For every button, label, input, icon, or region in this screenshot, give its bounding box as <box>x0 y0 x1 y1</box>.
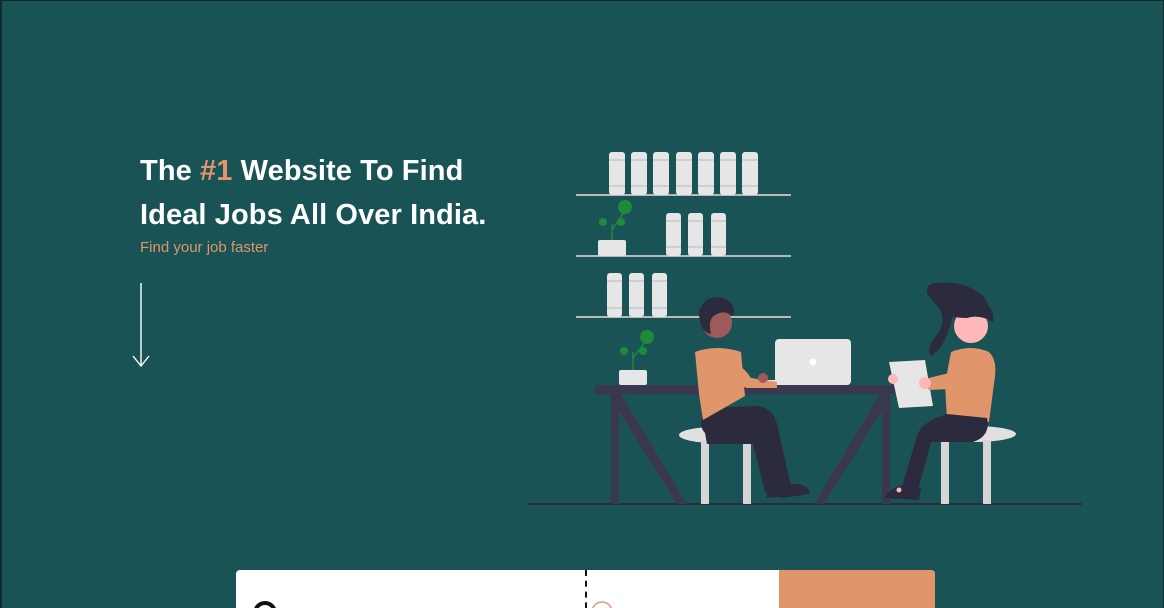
search-divider <box>585 570 587 608</box>
plant-desk <box>619 330 654 385</box>
search-button[interactable] <box>779 570 935 608</box>
bookshelf <box>576 152 791 318</box>
location-input[interactable] <box>632 590 776 608</box>
person-right <box>885 282 996 500</box>
headline-line1-rest: Website To Find <box>232 155 464 187</box>
person-left <box>695 297 810 498</box>
headline-line2: Ideal Jobs All Over India. <box>140 199 487 231</box>
hero-section: The #1 Website To Find Ideal Jobs All Ov… <box>0 0 1164 608</box>
hero-subline: Find your job faster <box>140 239 269 256</box>
hero-text: The #1 Website To Find Ideal Jobs All Ov… <box>140 149 540 257</box>
headline-accent: #1 <box>200 155 233 187</box>
search-card <box>236 570 935 608</box>
plant-shelf <box>598 200 632 256</box>
keyword-input[interactable] <box>282 590 566 608</box>
headline-prefix: The <box>140 155 201 187</box>
search-icon <box>254 601 276 608</box>
arrow-down-icon[interactable] <box>130 281 152 369</box>
hero-headline: The #1 Website To Find Ideal Jobs All Ov… <box>140 149 540 237</box>
location-pin-icon <box>592 601 612 608</box>
office-illustration <box>527 152 1082 505</box>
